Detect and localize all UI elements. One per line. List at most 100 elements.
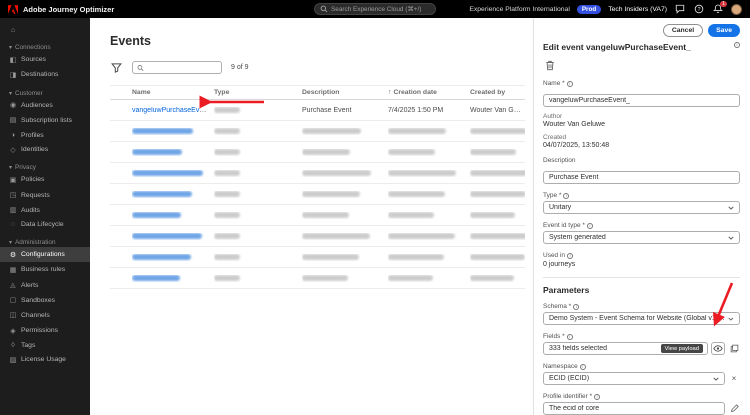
sidebar-item-profiles[interactable]: ◑ Profiles: [0, 128, 90, 142]
type-label: Type *: [543, 192, 562, 200]
global-search-placeholder: Search Experience Cloud (⌘+/): [331, 6, 422, 13]
view-payload-button[interactable]: [711, 342, 725, 356]
redacted-text: [388, 169, 456, 176]
namespace-info-icon[interactable]: i: [579, 363, 586, 370]
panel-info-icon[interactable]: i: [734, 42, 740, 48]
sidebar-item-identities[interactable]: ◇ Identities: [0, 142, 90, 157]
col-name[interactable]: Name: [132, 89, 214, 96]
type-info-icon[interactable]: i: [563, 192, 570, 199]
col-creation-date[interactable]: ↑ Creation date: [388, 89, 470, 96]
license-usage-icon: ▨: [9, 356, 17, 364]
description-field[interactable]: [543, 171, 740, 185]
chevron-down-icon: [728, 317, 734, 321]
redacted-text: [470, 253, 525, 260]
event-name-link[interactable]: vangeluwPurchaseEvent_: [132, 107, 213, 114]
sidebar-section-administration[interactable]: ▾ Administration: [0, 236, 90, 247]
sidebar-section-connections[interactable]: ▾ Connections: [0, 41, 90, 52]
table-row[interactable]: [110, 121, 525, 142]
delete-event-button[interactable]: [543, 59, 556, 72]
parameters-title: Parameters: [543, 285, 590, 296]
col-description[interactable]: Description: [302, 89, 388, 96]
col-type[interactable]: Type: [214, 89, 302, 96]
redacted-text: [388, 253, 444, 260]
table-row[interactable]: [110, 205, 525, 226]
sidebar-item-policies[interactable]: ▣ Policies: [0, 172, 90, 187]
sidebar-item-sandboxes[interactable]: ▢ Sandboxes: [0, 293, 90, 308]
cancel-button[interactable]: Cancel: [662, 24, 704, 37]
schema-select[interactable]: Demo System - Event Schema for Website (…: [543, 312, 740, 326]
namespace-select[interactable]: ECID (ECID): [543, 372, 725, 386]
table-row[interactable]: [110, 184, 525, 205]
sidebar-item-subscription-lists[interactable]: ▤ Subscription lists: [0, 113, 90, 128]
profile-identifier-label: Profile identifier *: [543, 393, 593, 401]
app-title: Adobe Journey Optimizer: [23, 4, 115, 14]
name-info-icon[interactable]: i: [566, 80, 573, 87]
sidebar-item-requests[interactable]: ◳ Requests: [0, 188, 90, 203]
profile-identifier-info-icon[interactable]: i: [594, 393, 601, 400]
sidebar-item-business-rules[interactable]: ▦ Business rules: [0, 262, 90, 277]
sandbox-switcher[interactable]: Tech Insiders (VA7): [608, 6, 667, 13]
edit-fields-icon: [730, 344, 738, 353]
sidebar-item-configurations[interactable]: ⚙ Configurations: [0, 247, 90, 263]
sidebar-item-label: Alerts: [21, 281, 39, 289]
sidebar-item-home[interactable]: ⌂: [0, 23, 90, 37]
sidebar-item-permissions[interactable]: ◈ Permissions: [0, 323, 90, 338]
event-id-type-select[interactable]: System generated: [543, 231, 740, 245]
profiles-icon: ◑: [10, 131, 16, 139]
redacted-text: [214, 127, 240, 134]
created-value: 04/07/2025, 13:50:48: [543, 142, 610, 150]
table-row[interactable]: [110, 142, 525, 163]
table-row[interactable]: [110, 268, 525, 289]
cell-description: Purchase Event: [302, 106, 352, 114]
col-created-by[interactable]: Created by: [470, 89, 525, 96]
sidebar-item-sources[interactable]: ◧ Sources: [0, 52, 90, 67]
sidebar-item-tags[interactable]: ◊ Tags: [0, 338, 90, 352]
events-search: [132, 61, 222, 74]
fields-info-icon[interactable]: i: [566, 333, 573, 340]
sidebar-item-label: Data Lifecycle: [21, 221, 64, 229]
redacted-text: [214, 211, 240, 218]
profile-identifier-field[interactable]: [543, 402, 725, 415]
filter-button[interactable]: [110, 61, 123, 74]
redacted-text: [470, 232, 525, 239]
sidebar-nav: ⌂ ▾ Connections ◧ Sources ◨ Destinations ▾ Custo…: [0, 18, 90, 415]
type-select[interactable]: Unitary: [543, 201, 740, 215]
table-row[interactable]: [110, 247, 525, 268]
sidebar-item-audits[interactable]: ▥ Audits: [0, 203, 90, 218]
edit-event-panel: Cancel Save Edit event vangeluwPurchaseE…: [533, 18, 750, 415]
sidebar-item-alerts[interactable]: ◬ Alerts: [0, 277, 90, 292]
chevron-down-icon: [728, 206, 734, 210]
global-search[interactable]: Search Experience Cloud (⌘+/): [314, 3, 436, 15]
redacted-text: [132, 274, 180, 281]
pencil-icon: [730, 404, 739, 413]
table-row[interactable]: vangeluwPurchaseEvent_ Purchase Event 7/4/…: [110, 100, 525, 121]
edit-profile-identifier-button[interactable]: [728, 402, 740, 415]
chevron-down-icon: ▾: [9, 240, 13, 247]
save-button[interactable]: Save: [708, 24, 740, 37]
name-field[interactable]: [543, 94, 740, 108]
sidebar-item-channels[interactable]: ◫ Channels: [0, 308, 90, 323]
event-id-type-info-icon[interactable]: i: [586, 222, 593, 229]
help-icon[interactable]: ?: [693, 3, 705, 15]
avatar[interactable]: [731, 3, 742, 15]
redacted-text: [132, 148, 182, 155]
edit-fields-button[interactable]: [728, 342, 740, 355]
sidebar-item-data-lifecycle[interactable]: ◌ Data Lifecycle: [0, 218, 90, 232]
sidebar-item-label: Requests: [21, 191, 50, 199]
sidebar-item-audiences[interactable]: ◉ Audiences: [0, 98, 90, 113]
notifications-icon[interactable]: 1: [712, 1, 727, 15]
sidebar-item-license-usage[interactable]: ▨ License Usage: [0, 352, 90, 367]
clear-namespace-button[interactable]: ×: [728, 372, 740, 385]
assistant-icon[interactable]: [674, 3, 686, 15]
table-row[interactable]: [110, 163, 525, 184]
table-row[interactable]: [110, 226, 525, 247]
sidebar-section-privacy[interactable]: ▾ Privacy: [0, 161, 90, 172]
schema-info-icon[interactable]: i: [573, 303, 580, 310]
page-title: Events: [110, 34, 151, 48]
events-search-input[interactable]: [147, 64, 217, 71]
used-in-info-icon[interactable]: i: [567, 252, 574, 259]
cell-creation_date: 7/4/2025 1:50 PM: [388, 106, 444, 114]
redacted-text: [388, 127, 446, 134]
sidebar-item-destinations[interactable]: ◨ Destinations: [0, 67, 90, 82]
sidebar-section-customer[interactable]: ▾ Customer: [0, 87, 90, 98]
